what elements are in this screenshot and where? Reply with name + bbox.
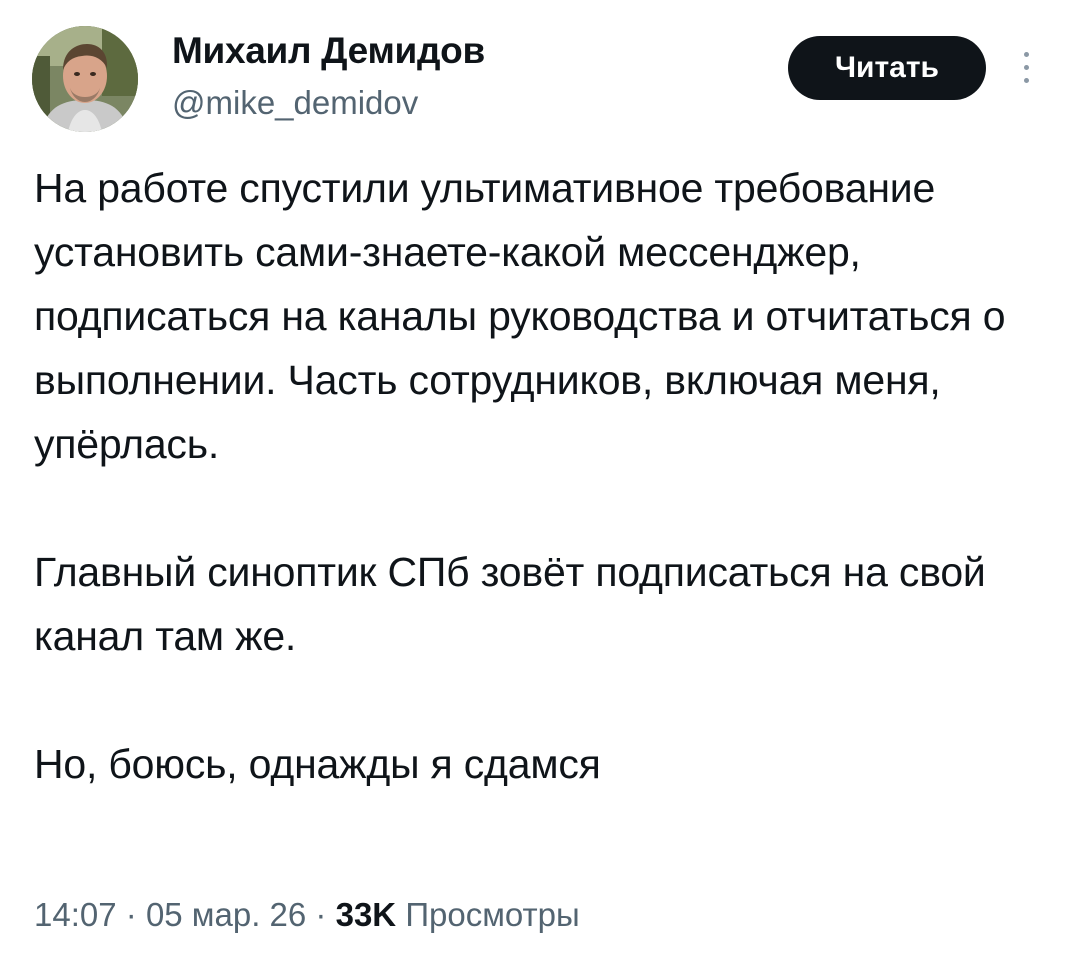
more-vertical-icon[interactable]: [1012, 46, 1042, 90]
tweet-text: На работе спустили ультимативное требова…: [34, 156, 1064, 796]
author-name[interactable]: Михаил Демидов: [172, 30, 485, 72]
meta-separator: ·: [125, 896, 146, 933]
meta-separator: ·: [315, 896, 336, 933]
avatar-photo: [32, 26, 138, 132]
views-count: 33K: [335, 896, 406, 933]
tweet-meta: 14:07 · 05 мар. 26 · 33K Просмотры: [34, 896, 580, 934]
more-dot: [1024, 65, 1029, 70]
tweet-paragraph: Главный синоптик СПб зовёт подписаться н…: [34, 549, 986, 659]
more-dot: [1024, 78, 1029, 83]
tweet-time[interactable]: 14:07: [34, 896, 117, 933]
tweet-paragraph: Но, боюсь, однажды я сдамся: [34, 741, 601, 787]
author-handle[interactable]: @mike_demidov: [172, 84, 418, 122]
more-dot: [1024, 52, 1029, 57]
views-label: Просмотры: [405, 896, 580, 933]
tweet-date[interactable]: 05 мар. 26: [146, 896, 306, 933]
avatar[interactable]: [32, 26, 138, 132]
tweet-paragraph: На работе спустили ультимативное требова…: [34, 165, 1006, 467]
tweet: Михаил Демидов @mike_demidov Читать На р…: [0, 0, 1080, 980]
follow-button[interactable]: Читать: [788, 36, 986, 100]
